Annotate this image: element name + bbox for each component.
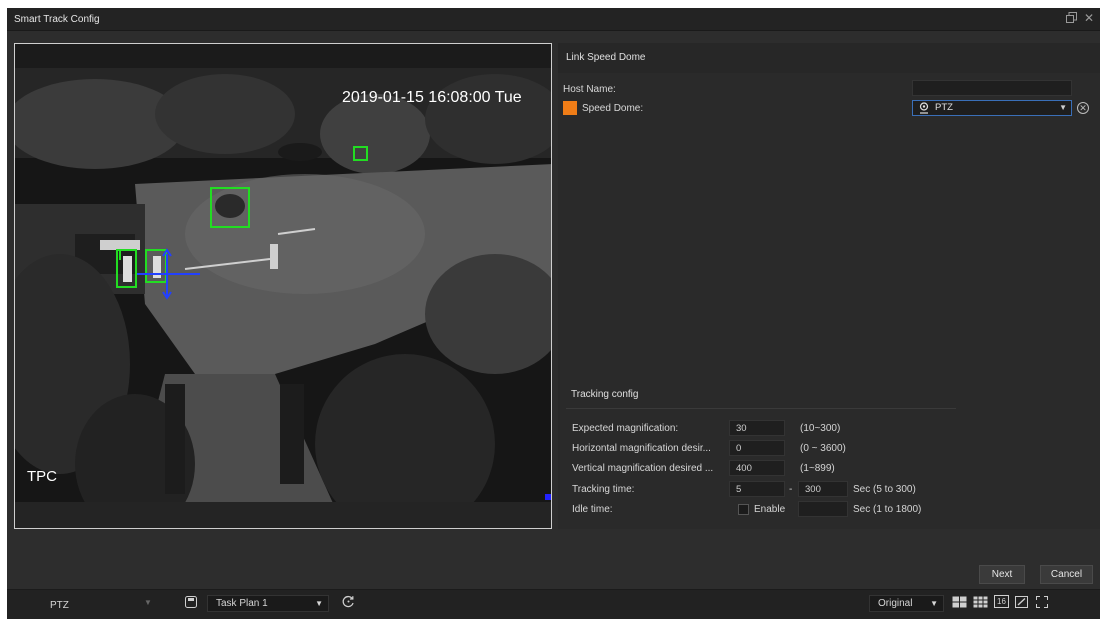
expected-magnification-label: Expected magnification: [572, 423, 679, 434]
horizontal-magnification-label: Horizontal magnification desir... [572, 443, 711, 454]
chevron-down-icon: ▼ [930, 599, 938, 608]
link-speed-dome-title: Link Speed Dome [566, 52, 646, 63]
speed-dome-label: Speed Dome: [582, 103, 644, 114]
speed-dome-select[interactable]: PTZ ▼ [912, 100, 1072, 116]
task-plan-value: Task Plan 1 [216, 598, 268, 609]
cancel-button[interactable]: Cancel [1040, 565, 1093, 584]
idle-time-enable-checkbox[interactable] [738, 504, 749, 515]
tracking-time-min-field[interactable]: 5 [729, 481, 785, 497]
config-panel: Link Speed Dome Host Name: Speed Dome: P… [558, 43, 1100, 529]
link-speed-dome-header: Link Speed Dome [558, 43, 1100, 73]
horizontal-magnification-range: (0 ~ 3600) [800, 443, 846, 454]
video-preview[interactable]: 2019-01-15 16:08:00 Tue TPC [14, 43, 552, 529]
osd-channel-label: TPC [27, 468, 57, 485]
idle-time-field[interactable] [798, 501, 848, 517]
thermal-scene [15, 44, 551, 528]
layout-9-icon[interactable] [973, 596, 988, 611]
bottom-toolbar: PTZ ▼ Task Plan 1 ▼ Original ▼ 16 [7, 589, 1100, 619]
chevron-down-icon: ▼ [1059, 103, 1067, 112]
save-plan-icon[interactable] [185, 596, 197, 611]
vertical-magnification-field[interactable]: 400 [729, 460, 785, 476]
speed-dome-color-swatch [563, 101, 577, 115]
vertical-magnification-range: (1~899) [800, 463, 835, 474]
osd-timestamp: 2019-01-15 16:08:00 Tue [342, 89, 522, 106]
fullscreen-icon[interactable] [1036, 596, 1048, 611]
expected-magnification-field[interactable]: 30 [729, 420, 785, 436]
tracking-config-header: Tracking config [558, 374, 1100, 404]
idle-time-enable-label: Enable [754, 504, 786, 515]
host-name-field[interactable] [912, 80, 1072, 96]
next-button[interactable]: Next [979, 565, 1025, 584]
view-mode-value: Original [878, 598, 913, 609]
layout-16-icon[interactable]: 16 [994, 595, 1009, 608]
tracking-time-label: Tracking time: [572, 484, 635, 495]
chevron-down-icon: ▼ [315, 599, 323, 608]
tracking-config-divider [566, 408, 956, 409]
view-mode-select[interactable]: Original ▼ [869, 595, 944, 612]
vertical-magnification-label: Vertical magnification desired ... [572, 463, 714, 474]
tracking-time-range: Sec (5 to 300) [853, 484, 916, 495]
host-name-label: Host Name: [563, 84, 616, 95]
smart-track-config-window: Smart Track Config ✕ 2019-01-15 16:08:00… [7, 8, 1100, 619]
idle-time-range: Sec (1 to 1800) [853, 504, 922, 515]
expected-magnification-range: (10~300) [800, 423, 841, 434]
tracking-time-separator: - [789, 484, 793, 495]
restore-window-icon[interactable] [1066, 12, 1077, 26]
ptz-label: PTZ [50, 600, 69, 611]
idle-time-label: Idle time: [572, 504, 613, 515]
ptz-collapse-icon[interactable]: ▼ [144, 598, 152, 607]
edit-icon[interactable] [1015, 596, 1028, 611]
layout-4-icon[interactable] [952, 596, 967, 611]
clear-selection-icon[interactable]: ✕ [1077, 102, 1089, 114]
horizontal-magnification-field[interactable]: 0 [729, 440, 785, 456]
task-plan-select[interactable]: Task Plan 1 ▼ [207, 595, 329, 612]
speed-dome-selected: PTZ [935, 102, 953, 113]
close-icon[interactable]: ✕ [1084, 11, 1094, 25]
title-bar: Smart Track Config ✕ [7, 8, 1100, 31]
camera-pin-icon [919, 102, 929, 119]
window-title: Smart Track Config [14, 14, 100, 25]
tracking-config-title: Tracking config [571, 389, 639, 400]
refresh-icon[interactable] [342, 595, 355, 611]
tracking-time-max-field[interactable]: 300 [798, 481, 848, 497]
